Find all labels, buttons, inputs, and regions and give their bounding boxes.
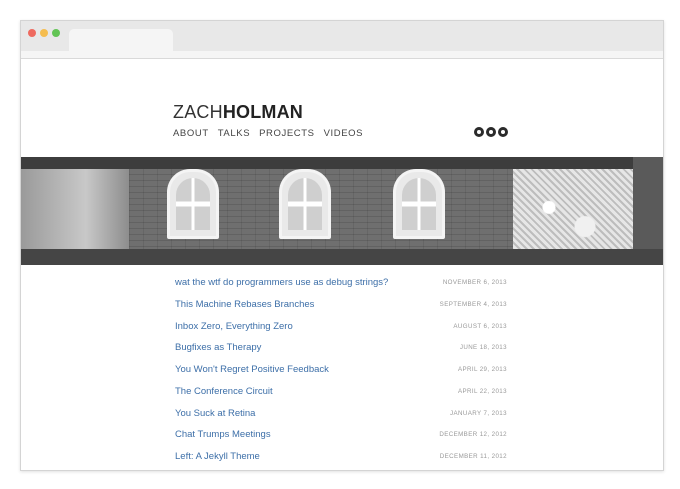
post-date: AUGUST 6, 2013 xyxy=(453,322,507,330)
post-title-link[interactable]: You Suck at Retina xyxy=(175,408,255,419)
browser-tab[interactable] xyxy=(69,29,173,51)
arched-window xyxy=(279,169,331,239)
post-item: The Conference Circuit APRIL 22, 2013 xyxy=(175,386,507,408)
tab-strip xyxy=(21,51,663,58)
post-date: APRIL 22, 2013 xyxy=(457,387,507,395)
post-title-link[interactable]: Inbox Zero, Everything Zero xyxy=(175,321,293,332)
post-title-link[interactable]: Bugfixes as Therapy xyxy=(175,342,261,353)
post-title-link[interactable]: The Conference Circuit xyxy=(175,386,273,397)
post-date: DECEMBER 11, 2012 xyxy=(439,453,507,460)
close-window-icon[interactable] xyxy=(28,29,36,37)
arched-window xyxy=(393,169,445,239)
post-date: NOVEMBER 6, 2013 xyxy=(442,279,507,286)
nav-videos-link[interactable]: VIDEOS xyxy=(324,128,364,139)
nav-about-link[interactable]: ABOUT xyxy=(173,128,209,139)
browser-window: ZACHHOLMAN ABOUT TALKS PROJECTS VIDEOS w… xyxy=(20,20,664,471)
post-date: SEPTEMBER 4, 2013 xyxy=(439,300,507,308)
post-item: Chat Trumps Meetings DECEMBER 12, 2012 xyxy=(175,429,507,451)
maximize-window-icon[interactable] xyxy=(52,29,60,37)
post-title-link[interactable]: Left: A Jekyll Theme xyxy=(175,451,260,462)
page: ZACHHOLMAN ABOUT TALKS PROJECTS VIDEOS w… xyxy=(21,59,663,470)
post-date: JUNE 18, 2013 xyxy=(459,344,507,352)
post-item: wat the wtf do programmers use as debug … xyxy=(175,277,507,299)
site-logo[interactable]: ZACHHOLMAN xyxy=(173,102,303,123)
post-title-link[interactable]: wat the wtf do programmers use as debug … xyxy=(175,277,388,288)
floor xyxy=(21,249,663,265)
post-date: APRIL 29, 2013 xyxy=(457,366,507,373)
nav-talks-link[interactable]: TALKS xyxy=(218,128,250,139)
main-nav: ABOUT TALKS PROJECTS VIDEOS xyxy=(173,128,363,139)
post-list: wat the wtf do programmers use as debug … xyxy=(175,277,507,470)
social-links xyxy=(474,127,508,137)
nav-projects-link[interactable]: PROJECTS xyxy=(259,128,314,139)
post-item: Left: A Jekyll Theme DECEMBER 11, 2012 xyxy=(175,451,507,470)
twitter-icon[interactable] xyxy=(486,127,496,137)
github-icon[interactable] xyxy=(474,127,484,137)
browser-chrome xyxy=(21,21,663,59)
post-title-link[interactable]: This Machine Rebases Branches xyxy=(175,299,314,310)
minimize-window-icon[interactable] xyxy=(40,29,48,37)
post-title-link[interactable]: You Won't Regret Positive Feedback xyxy=(175,364,329,375)
post-date: JANUARY 7, 2013 xyxy=(449,409,507,417)
arched-window xyxy=(167,169,219,239)
ceiling xyxy=(21,157,663,169)
post-item: You Suck at Retina JANUARY 7, 2013 xyxy=(175,408,507,430)
post-item: Inbox Zero, Everything Zero AUGUST 6, 20… xyxy=(175,321,507,343)
hero-image xyxy=(21,157,663,265)
post-item: This Machine Rebases Branches SEPTEMBER … xyxy=(175,299,507,321)
post-item: Bugfixes as Therapy JUNE 18, 2013 xyxy=(175,342,507,364)
post-date: DECEMBER 12, 2012 xyxy=(439,431,507,439)
logo-bold-text: HOLMAN xyxy=(222,102,303,122)
post-item: You Won't Regret Positive Feedback APRIL… xyxy=(175,364,507,386)
logo-light-text: ZACH xyxy=(173,102,223,122)
post-title-link[interactable]: Chat Trumps Meetings xyxy=(175,429,271,440)
rss-icon[interactable] xyxy=(498,127,508,137)
